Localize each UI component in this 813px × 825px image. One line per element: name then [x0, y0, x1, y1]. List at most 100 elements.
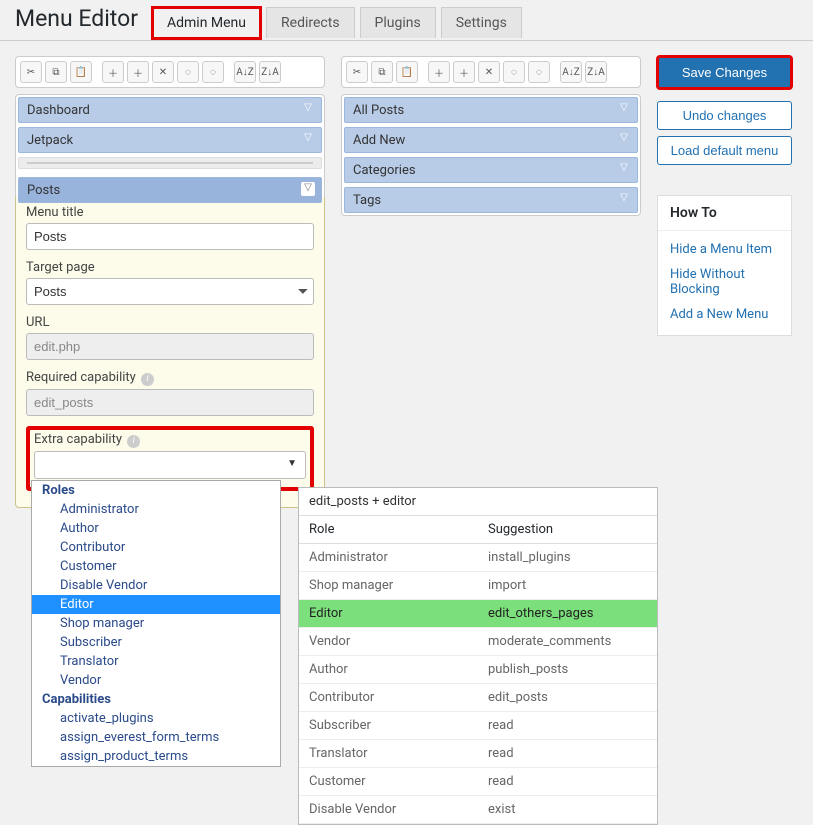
page-title: Menu Editor — [15, 5, 138, 40]
dropdown-item[interactable]: Editor — [32, 595, 280, 614]
chevron-down-icon[interactable]: ▽ — [301, 132, 315, 146]
dropdown-item[interactable]: Customer — [32, 557, 280, 576]
new-separator-icon[interactable]: ＋ — [453, 61, 475, 83]
new-menu-icon[interactable]: ＋ — [428, 61, 450, 83]
dropdown-item[interactable]: Author — [32, 519, 280, 538]
menu-item-dashboard[interactable]: Dashboard▽ — [18, 97, 322, 123]
left-toolbar: ✂ ⧉ 📋 ＋ ＋ ✕ ◌ ◌ A↓Z Z↓A — [15, 56, 325, 88]
extra-cap-dropdown[interactable]: RolesAdministratorAuthorContributorCusto… — [31, 480, 281, 767]
suggest-cap: install_plugins — [478, 544, 657, 571]
info-icon[interactable]: i — [127, 435, 140, 448]
submenu-item[interactable]: Tags▽ — [344, 187, 638, 213]
menu-title-input[interactable] — [26, 223, 314, 250]
suggest-row[interactable]: Translatorread — [299, 740, 657, 768]
top-level-menu-column: ✂ ⧉ 📋 ＋ ＋ ✕ ◌ ◌ A↓Z Z↓A Dashboard▽ Jetpa… — [15, 56, 325, 514]
suggest-row[interactable]: Shop managerimport — [299, 572, 657, 600]
dropdown-item[interactable]: Vendor — [32, 671, 280, 690]
selected-item-wrap: Posts▽ — [15, 175, 325, 203]
copy-icon[interactable]: ⧉ — [45, 61, 67, 83]
suggest-header: edit_posts + editor — [299, 488, 657, 516]
dropdown-item[interactable]: Disable Vendor — [32, 576, 280, 595]
save-button[interactable]: Save Changes — [657, 56, 792, 89]
submenu-item[interactable]: Categories▽ — [344, 157, 638, 183]
hide-icon[interactable]: ◌ — [528, 61, 550, 83]
hide-icon[interactable]: ◌ — [202, 61, 224, 83]
menu-separator[interactable] — [18, 157, 322, 169]
extra-cap-select[interactable] — [34, 451, 306, 479]
submenu-column: ✂ ⧉ 📋 ＋ ＋ ✕ ◌ ◌ A↓Z Z↓A All Posts▽ Add N… — [341, 56, 641, 216]
chevron-down-icon[interactable]: ▽ — [617, 162, 631, 176]
delete-icon[interactable]: ✕ — [152, 61, 174, 83]
suggest-row[interactable]: Contributoredit_posts — [299, 684, 657, 712]
capability-suggest-panel: edit_posts + editor Role Suggestion Admi… — [298, 487, 658, 825]
show-icon[interactable]: ◌ — [177, 61, 199, 83]
chevron-down-icon[interactable]: ▽ — [301, 102, 315, 116]
menu-title-label: Menu title — [26, 205, 314, 220]
submenu-item[interactable]: All Posts▽ — [344, 97, 638, 123]
sort-asc-icon[interactable]: A↓Z — [560, 61, 582, 83]
dropdown-item[interactable]: Contributor — [32, 538, 280, 557]
field-menu-title: Menu title — [26, 205, 314, 250]
suggest-row[interactable]: Authorpublish_posts — [299, 656, 657, 684]
menu-item-editor: Menu title Target page Posts URL Require… — [15, 197, 325, 508]
menu-item-jetpack[interactable]: Jetpack▽ — [18, 127, 322, 153]
howto-link[interactable]: Add a New Menu — [658, 302, 791, 327]
sort-desc-icon[interactable]: Z↓A — [259, 61, 281, 83]
sort-desc-icon[interactable]: Z↓A — [585, 61, 607, 83]
suggest-row[interactable]: Administratorinstall_plugins — [299, 544, 657, 572]
submenu-item[interactable]: Add New▽ — [344, 127, 638, 153]
show-icon[interactable]: ◌ — [503, 61, 525, 83]
field-url: URL — [26, 315, 314, 360]
tab-plugins[interactable]: Plugins — [360, 7, 436, 38]
delete-icon[interactable]: ✕ — [478, 61, 500, 83]
suggest-row[interactable]: Subscriberread — [299, 712, 657, 740]
cut-icon[interactable]: ✂ — [20, 61, 42, 83]
howto-link[interactable]: Hide a Menu Item — [658, 237, 791, 262]
suggest-row[interactable]: Vendormoderate_comments — [299, 628, 657, 656]
undo-button[interactable]: Undo changes — [657, 101, 792, 130]
tab-redirects[interactable]: Redirects — [266, 7, 355, 38]
new-separator-icon[interactable]: ＋ — [127, 61, 149, 83]
tab-admin-menu[interactable]: Admin Menu — [152, 7, 261, 39]
dropdown-group: Roles — [32, 481, 280, 500]
suggest-row[interactable]: Customerread — [299, 768, 657, 796]
chevron-down-icon[interactable]: ▽ — [301, 182, 315, 196]
suggest-role: Customer — [299, 768, 478, 795]
paste-icon[interactable]: 📋 — [396, 61, 418, 83]
suggest-row[interactable]: Editoredit_others_pages — [299, 600, 657, 628]
dropdown-item[interactable]: Administrator — [32, 500, 280, 519]
dropdown-group: Capabilities — [32, 690, 280, 709]
menu-item-posts[interactable]: Posts▽ — [18, 177, 322, 203]
dropdown-item[interactable]: assign_everest_form_terms — [32, 728, 280, 747]
field-target-page: Target page Posts — [26, 260, 314, 305]
nav-tabs: Admin Menu Redirects Plugins Settings — [152, 7, 527, 38]
load-default-button[interactable]: Load default menu — [657, 136, 792, 165]
info-icon[interactable]: i — [141, 373, 154, 386]
suggest-row[interactable]: Disable Vendorexist — [299, 796, 657, 824]
tab-settings[interactable]: Settings — [441, 7, 522, 38]
dropdown-item[interactable]: assign_product_terms — [32, 747, 280, 766]
suggest-role: Administrator — [299, 544, 478, 571]
chevron-down-icon[interactable]: ▽ — [617, 192, 631, 206]
dropdown-item[interactable]: Translator — [32, 652, 280, 671]
sort-asc-icon[interactable]: A↓Z — [234, 61, 256, 83]
copy-icon[interactable]: ⧉ — [371, 61, 393, 83]
chevron-down-icon[interactable]: ▽ — [617, 132, 631, 146]
dropdown-item[interactable]: Shop manager — [32, 614, 280, 633]
howto-link[interactable]: Hide Without Blocking — [658, 262, 791, 302]
dropdown-item[interactable]: activate_plugins — [32, 709, 280, 728]
field-required-capability: Required capability i — [26, 370, 314, 416]
suggest-columns: Role Suggestion — [299, 516, 657, 544]
suggest-role: Translator — [299, 740, 478, 767]
dropdown-item[interactable]: Subscriber — [32, 633, 280, 652]
required-cap-input — [26, 389, 314, 416]
suggest-cap: import — [478, 572, 657, 599]
chevron-down-icon[interactable]: ▽ — [617, 102, 631, 116]
target-page-select[interactable]: Posts — [26, 278, 314, 305]
cut-icon[interactable]: ✂ — [346, 61, 368, 83]
col-role: Role — [299, 516, 478, 543]
top-menu-list: Dashboard▽ Jetpack▽ — [15, 94, 325, 175]
new-menu-icon[interactable]: ＋ — [102, 61, 124, 83]
page-header: Menu Editor Admin Menu Redirects Plugins… — [0, 0, 813, 41]
paste-icon[interactable]: 📋 — [70, 61, 92, 83]
